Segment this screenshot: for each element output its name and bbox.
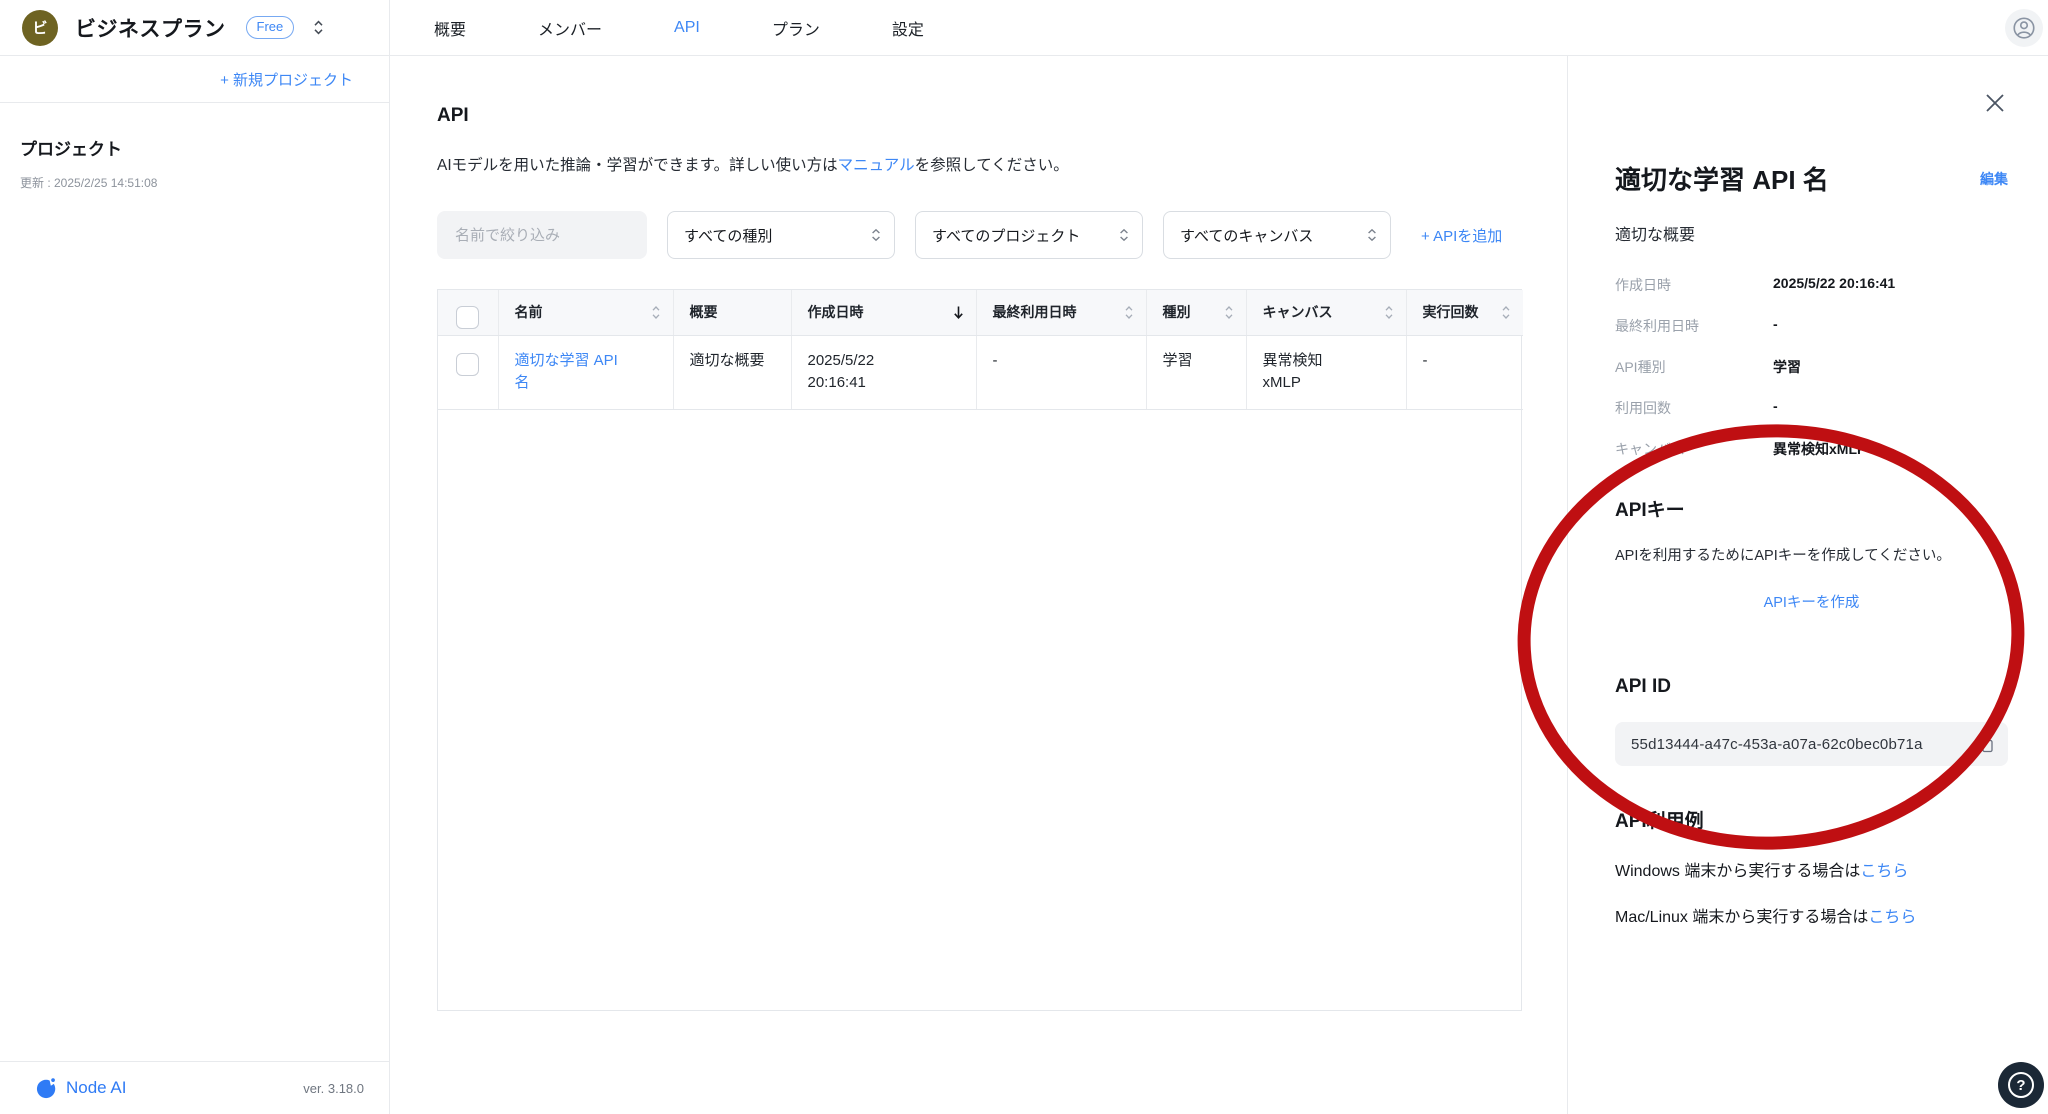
- api-last-used-cell: -: [993, 352, 998, 369]
- sort-updown-icon: [1501, 305, 1511, 320]
- table-header-row: 名前 概要 作成日時 最終利用日時 種別: [438, 290, 1523, 335]
- create-api-key-button[interactable]: APIキーを作成: [1764, 595, 1860, 611]
- tab-plan[interactable]: プラン: [772, 16, 820, 40]
- node-ai-logo-icon: [36, 1077, 58, 1099]
- tab-members[interactable]: メンバー: [538, 16, 602, 40]
- field-usage-count: 利用回数 -: [1615, 398, 2008, 418]
- add-api-button[interactable]: + APIを追加: [1421, 225, 1502, 246]
- edit-button[interactable]: 編集: [1980, 169, 2008, 189]
- api-id-heading: API ID: [1615, 676, 2008, 698]
- field-last-used: 最終利用日時 -: [1615, 316, 2008, 336]
- select-all-checkbox[interactable]: [456, 306, 479, 329]
- canvas-filter-select[interactable]: すべてのキャンバス: [1163, 211, 1391, 259]
- question-mark-icon: ?: [2008, 1072, 2034, 1098]
- column-header-name[interactable]: 名前: [515, 302, 651, 322]
- row-checkbox[interactable]: [456, 353, 479, 376]
- new-project-button[interactable]: + 新規プロジェクト: [0, 56, 389, 103]
- api-summary-cell: 適切な概要: [690, 352, 765, 369]
- detail-fields: 作成日時 2025/5/22 20:16:41 最終利用日時 - API種別 学…: [1615, 275, 2008, 459]
- user-avatar-button[interactable]: [2005, 9, 2043, 47]
- brand-logo[interactable]: Node AI: [36, 1077, 127, 1099]
- sidebar-heading: プロジェクト: [20, 135, 389, 160]
- project-filter-value: すべてのプロジェクト: [932, 225, 1118, 246]
- close-panel-button[interactable]: [1982, 90, 2008, 116]
- chevron-updown-icon: [870, 227, 882, 243]
- workspace-switch-chevron-icon[interactable]: [312, 19, 325, 36]
- column-header-created[interactable]: 作成日時: [808, 302, 953, 322]
- type-filter-select[interactable]: すべての種別: [667, 211, 895, 259]
- workspace-name: ビジネスプラン: [75, 13, 226, 43]
- api-id-box: 55d13444-a47c-453a-a07a-62c0bec0b71a: [1615, 722, 2008, 766]
- column-header-last-used[interactable]: 最終利用日時: [993, 302, 1124, 322]
- search-input[interactable]: [437, 211, 647, 259]
- api-id-value: 55d13444-a47c-453a-a07a-62c0bec0b71a: [1631, 736, 1977, 753]
- workspace-initial: ビ: [32, 17, 47, 38]
- project-sidebar: + 新規プロジェクト プロジェクト 更新 : 2025/2/25 14:51:0…: [0, 56, 390, 1114]
- user-icon: [2011, 15, 2037, 41]
- tab-api[interactable]: API: [674, 19, 700, 37]
- app-version: ver. 3.18.0: [303, 1081, 364, 1096]
- api-created-cell: 2025/5/22 20:16:41: [808, 350, 920, 395]
- sort-desc-icon: [953, 305, 964, 320]
- filter-bar: すべての種別 すべてのプロジェクト すべてのキャンバス + APIを追加: [437, 211, 1522, 259]
- api-key-heading: APIキー: [1615, 495, 2008, 522]
- main-nav: 概要 メンバー API プラン 設定: [390, 16, 924, 40]
- page-description: AIモデルを用いた推論・学習ができます。詳しい使い方はマニュアルを参照してくださ…: [437, 153, 1522, 175]
- description-suffix: を参照してください。: [915, 157, 1069, 174]
- api-runs-cell: -: [1423, 352, 1428, 369]
- tab-overview[interactable]: 概要: [434, 16, 466, 40]
- field-created: 作成日時 2025/5/22 20:16:41: [1615, 275, 2008, 295]
- api-name-link[interactable]: 適切な学習 API 名: [515, 350, 633, 395]
- manual-link[interactable]: マニュアル: [838, 157, 915, 174]
- api-detail-panel: 適切な学習 API 名 編集 適切な概要 作成日時 2025/5/22 20:1…: [1567, 56, 2048, 1114]
- field-api-type: API種別 学習: [1615, 357, 2008, 377]
- windows-guide-link[interactable]: こちら: [1860, 863, 1908, 880]
- page-title: API: [437, 105, 1522, 127]
- type-filter-value: すべての種別: [684, 225, 870, 246]
- top-bar: ビ ビジネスプラン Free 概要 メンバー API プラン 設定: [0, 0, 2048, 56]
- description-text: AIモデルを用いた推論・学習ができます。詳しい使い方は: [437, 157, 838, 174]
- close-icon: [1984, 92, 2006, 114]
- sidebar-updated-timestamp: 更新 : 2025/2/25 14:51:08: [20, 174, 389, 191]
- table-row: 適切な学習 API 名 適切な概要 2025/5/22 20:16:41 - 学…: [438, 335, 1523, 409]
- create-api-key-row: APIキーを作成: [1615, 591, 2008, 612]
- sort-updown-icon: [1384, 305, 1394, 320]
- project-filter-select[interactable]: すべてのプロジェクト: [915, 211, 1143, 259]
- workspace-avatar: ビ: [22, 10, 58, 46]
- tab-settings[interactable]: 設定: [892, 16, 924, 40]
- column-header-canvas[interactable]: キャンバス: [1263, 302, 1384, 322]
- mac-linux-guide-link[interactable]: こちら: [1868, 909, 1916, 926]
- chevron-updown-icon: [1118, 227, 1130, 243]
- plan-badge: Free: [246, 16, 295, 39]
- api-usage-heading: API利用例: [1615, 806, 2008, 833]
- workspace-selector[interactable]: ビ ビジネスプラン Free: [0, 0, 390, 55]
- help-button[interactable]: ?: [1998, 1062, 2044, 1108]
- api-main-content: API AIモデルを用いた推論・学習ができます。詳しい使い方はマニュアルを参照し…: [390, 56, 1567, 1114]
- api-key-description: APIを利用するためにAPIキーを作成してください。: [1615, 544, 2008, 565]
- api-canvas-cell: 異常検知 xMLP: [1263, 350, 1339, 395]
- canvas-filter-value: すべてのキャンバス: [1180, 225, 1366, 246]
- usage-line-windows: Windows 端末から実行する場合はこちら: [1615, 857, 2008, 881]
- sort-updown-icon: [1224, 305, 1234, 320]
- column-header-summary: 概要: [690, 302, 779, 322]
- sort-updown-icon: [1124, 305, 1134, 320]
- sidebar-footer: Node AI ver. 3.18.0: [0, 1061, 389, 1114]
- copy-api-id-button[interactable]: [1977, 735, 1996, 754]
- api-table: 名前 概要 作成日時 最終利用日時 種別: [437, 289, 1522, 1011]
- brand-name: Node AI: [66, 1078, 127, 1098]
- column-header-type[interactable]: 種別: [1163, 302, 1224, 322]
- panel-title: 適切な学習 API 名: [1615, 160, 1968, 197]
- copy-icon: [1977, 735, 1996, 754]
- field-canvas: キャンバス 異常検知xMLP: [1615, 439, 2008, 459]
- usage-line-mac-linux: Mac/Linux 端末から実行する場合はこちら: [1615, 903, 2008, 927]
- column-header-runs[interactable]: 実行回数: [1423, 302, 1502, 322]
- panel-summary: 適切な概要: [1615, 221, 2008, 245]
- chevron-updown-icon: [1366, 227, 1378, 243]
- sort-updown-icon: [651, 305, 661, 320]
- api-type-cell: 学習: [1163, 352, 1193, 369]
